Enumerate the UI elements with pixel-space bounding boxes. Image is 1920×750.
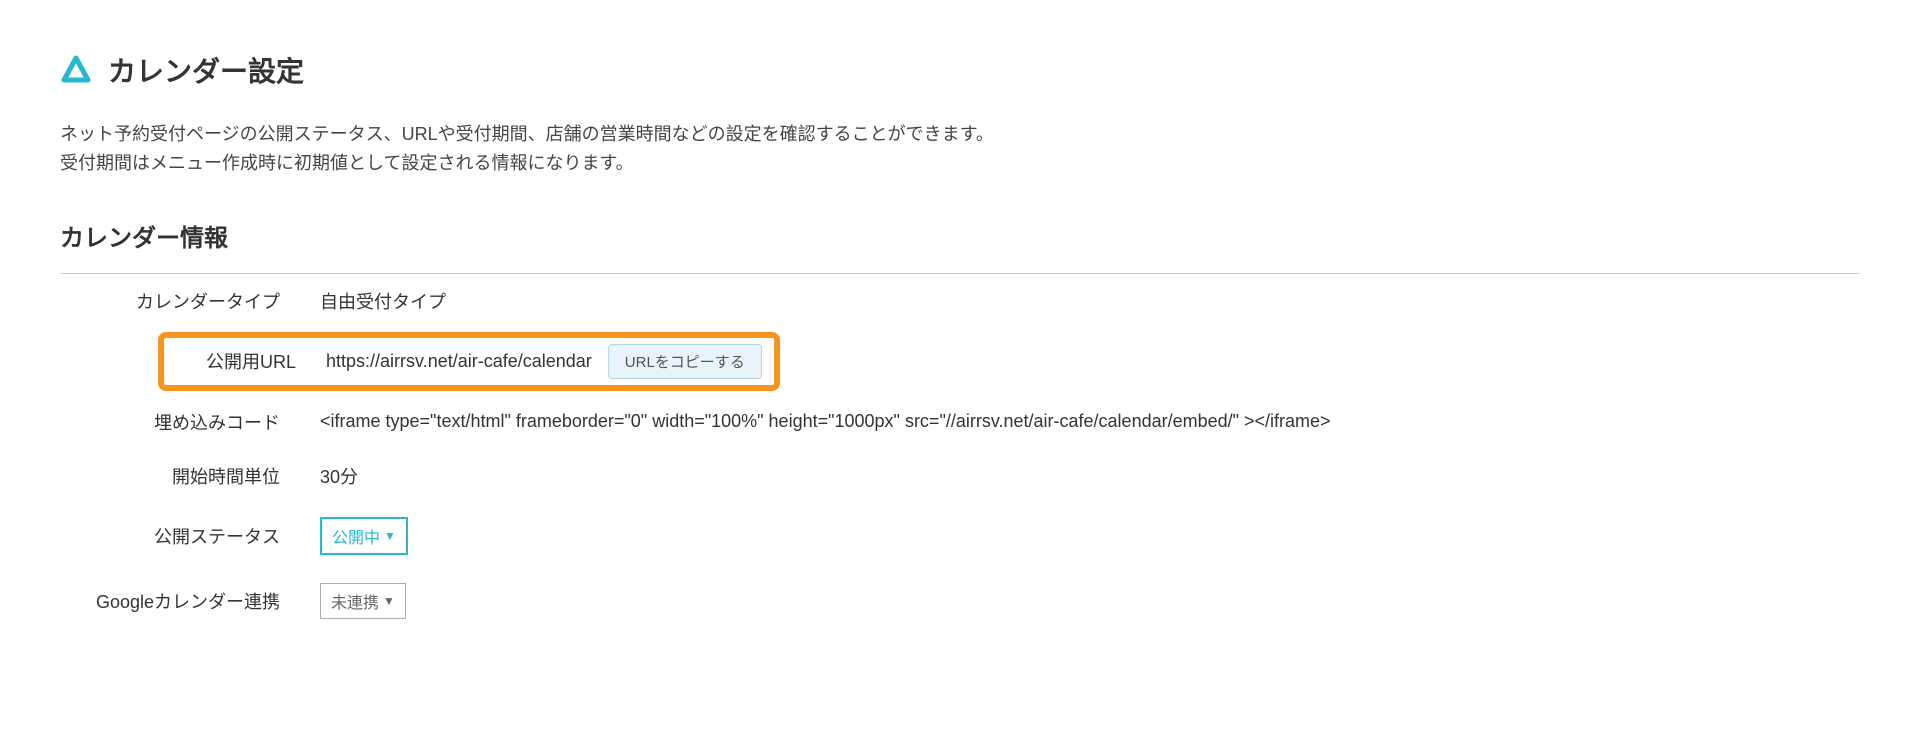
chevron-down-icon: ▼ <box>383 594 395 608</box>
google-calendar-dropdown[interactable]: 未連携 ▼ <box>320 583 406 619</box>
public-status-dropdown[interactable]: 公開中 ▼ <box>320 517 408 555</box>
google-calendar-value: 未連携 <box>331 589 379 613</box>
public-url-label: 公開用URL <box>164 348 326 374</box>
public-status-value-wrapper: 公開中 ▼ <box>320 517 1860 555</box>
chevron-down-icon: ▼ <box>384 529 396 543</box>
triangle-logo-icon <box>60 54 92 86</box>
google-calendar-label: Googleカレンダー連携 <box>60 588 320 614</box>
public-url-row: 公開用URL https://airrsv.net/air-cafe/calen… <box>60 328 1860 395</box>
embed-code-value: <iframe type="text/html" frameborder="0"… <box>320 411 1860 432</box>
embed-code-row: 埋め込みコード <iframe type="text/html" framebo… <box>60 395 1860 449</box>
page-header: カレンダー設定 <box>60 50 1860 90</box>
description-line-2: 受付期間はメニュー作成時に初期値として設定される情報になります。 <box>60 149 1860 178</box>
start-time-unit-label: 開始時間単位 <box>60 463 320 489</box>
section-title: カレンダー情報 <box>60 218 1860 253</box>
public-url-text: https://airrsv.net/air-cafe/calendar <box>326 351 592 372</box>
start-time-unit-row: 開始時間単位 30分 <box>60 449 1860 503</box>
calendar-type-value: 自由受付タイプ <box>320 288 1860 314</box>
calendar-type-label: カレンダータイプ <box>60 288 320 314</box>
public-status-row: 公開ステータス 公開中 ▼ <box>60 503 1860 569</box>
google-calendar-row: Googleカレンダー連携 未連携 ▼ <box>60 569 1860 633</box>
embed-code-label: 埋め込みコード <box>60 409 320 435</box>
page-description: ネット予約受付ページの公開ステータス、URLや受付期間、店舗の営業時間などの設定… <box>60 120 1860 178</box>
start-time-unit-value: 30分 <box>320 463 1860 489</box>
description-line-1: ネット予約受付ページの公開ステータス、URLや受付期間、店舗の営業時間などの設定… <box>60 120 1860 149</box>
calendar-info-table: カレンダータイプ 自由受付タイプ 公開用URL https://airrsv.n… <box>60 274 1860 633</box>
page-title: カレンダー設定 <box>108 50 304 90</box>
public-url-value-wrapper: https://airrsv.net/air-cafe/calendar URL… <box>326 344 762 379</box>
google-calendar-value-wrapper: 未連携 ▼ <box>320 583 1860 619</box>
public-url-highlight: 公開用URL https://airrsv.net/air-cafe/calen… <box>158 332 780 391</box>
copy-url-button[interactable]: URLをコピーする <box>608 344 762 379</box>
calendar-type-row: カレンダータイプ 自由受付タイプ <box>60 274 1860 328</box>
public-status-label: 公開ステータス <box>60 523 320 549</box>
public-status-value: 公開中 <box>332 524 380 548</box>
